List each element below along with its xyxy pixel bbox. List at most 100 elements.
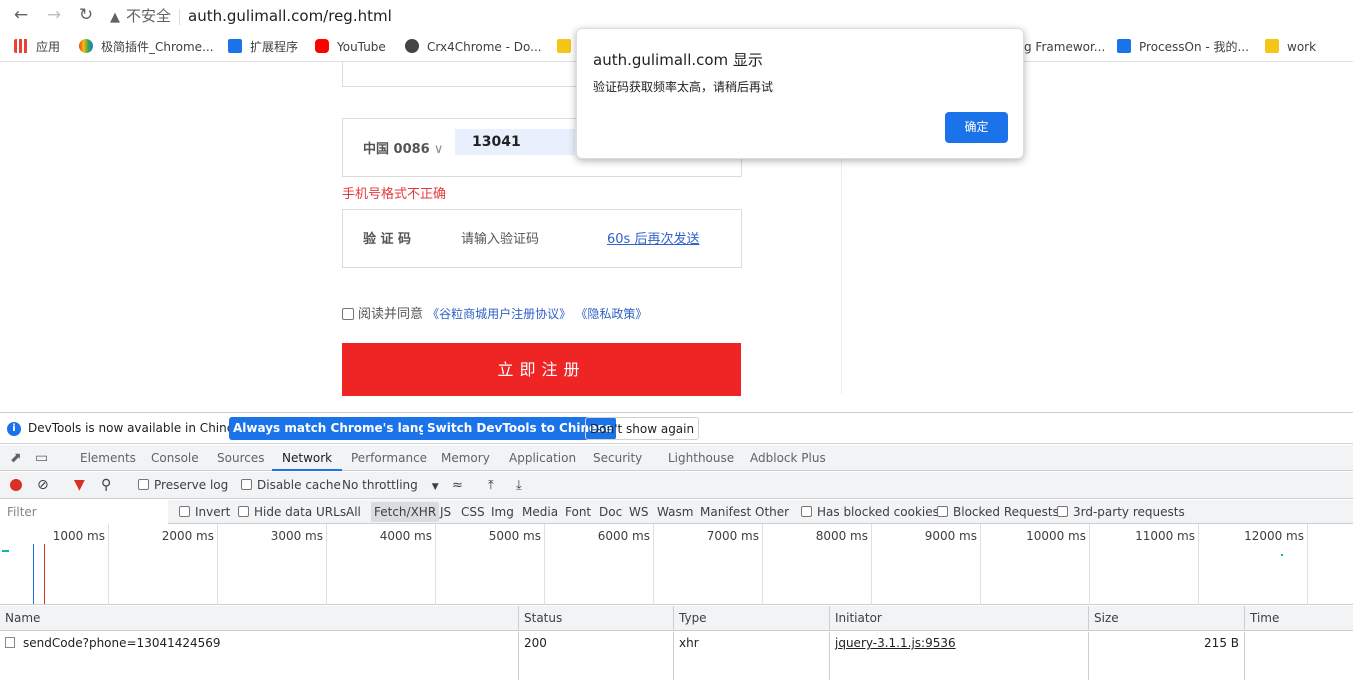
- column-divider: [519, 654, 674, 680]
- tick-12000: 12000 ms: [1199, 524, 1308, 605]
- infobar-text: DevTools is now available in Chinese!: [28, 421, 253, 435]
- hide-data-urls-checkbox[interactable]: Hide data URLs: [238, 500, 346, 524]
- blocked-requests-checkbox[interactable]: Blocked Requests: [937, 500, 1059, 524]
- tick-5000: 5000 ms: [436, 524, 545, 605]
- reload-icon[interactable]: ↻: [75, 4, 97, 26]
- tab-performance[interactable]: Performance: [351, 445, 427, 471]
- filter-bar: Filter Invert Hide data URLs All Fetch/X…: [0, 500, 1353, 524]
- tick-7000: 7000 ms: [654, 524, 763, 605]
- bookmark-framework[interactable]: g Framewor...: [1024, 38, 1105, 56]
- security-label: 不安全: [126, 7, 172, 25]
- tab-application[interactable]: Application: [509, 445, 576, 471]
- column-divider: [830, 654, 1089, 680]
- col-type[interactable]: Type: [674, 606, 830, 631]
- blocked-cookies-checkbox[interactable]: Has blocked cookies: [801, 500, 939, 524]
- warning-icon: ▲: [110, 10, 120, 25]
- column-divider: [674, 654, 830, 680]
- load-marker: [44, 544, 45, 604]
- wifi-settings-icon[interactable]: ≈: [452, 472, 463, 499]
- preserve-log-checkbox[interactable]: Preserve log: [138, 472, 228, 499]
- tab-elements[interactable]: Elements: [80, 445, 136, 471]
- col-name[interactable]: Name: [0, 606, 519, 631]
- col-time[interactable]: Time: [1245, 606, 1353, 631]
- back-arrow-icon[interactable]: ←: [10, 4, 32, 26]
- device-icon[interactable]: ▭: [35, 445, 48, 471]
- alert-title: auth.gulimall.com 显示: [593, 51, 763, 69]
- bookmark-apps[interactable]: 应用: [14, 38, 60, 56]
- bookmark-processon[interactable]: ProcessOn - 我的...: [1117, 38, 1249, 56]
- devtools-infobar: i DevTools is now available in Chinese! …: [0, 413, 1353, 444]
- inspect-icon[interactable]: ⬈: [10, 445, 22, 471]
- type-wasm[interactable]: Wasm: [657, 500, 693, 524]
- tick-3000: 3000 ms: [218, 524, 327, 605]
- bookmark-youtube[interactable]: YouTube: [315, 38, 386, 56]
- tick-2000: 2000 ms: [109, 524, 218, 605]
- devtools-panel: i DevTools is now available in Chinese! …: [0, 412, 1353, 680]
- filter-input[interactable]: Filter: [0, 500, 168, 524]
- processon-icon: [1117, 39, 1131, 53]
- tab-lighthouse[interactable]: Lighthouse: [668, 445, 734, 471]
- type-font[interactable]: Font: [565, 500, 591, 524]
- country-code-select[interactable]: 中国 0086 ∨: [363, 138, 443, 157]
- third-party-checkbox[interactable]: 3rd-party requests: [1057, 500, 1185, 524]
- bookmark-extensions[interactable]: 扩展程序: [228, 38, 298, 56]
- tab-memory[interactable]: Memory: [441, 445, 490, 471]
- url-text: auth.gulimall.com/reg.html: [188, 7, 392, 25]
- col-size[interactable]: Size: [1089, 606, 1245, 631]
- tick-4000: 4000 ms: [327, 524, 436, 605]
- code-label: 验 证 码: [363, 232, 412, 247]
- invert-checkbox[interactable]: Invert: [179, 500, 230, 524]
- throttling-select[interactable]: No throttling ▼: [342, 472, 439, 501]
- type-doc[interactable]: Doc: [599, 500, 622, 524]
- type-manifest[interactable]: Manifest: [700, 500, 751, 524]
- upload-icon[interactable]: ⤒: [488, 472, 494, 499]
- forward-arrow-icon[interactable]: →: [43, 4, 65, 26]
- type-img[interactable]: Img: [491, 500, 514, 524]
- bookmark-crx4chrome[interactable]: Crx4Chrome - Do...: [405, 38, 542, 56]
- tick-6000: 6000 ms: [545, 524, 654, 605]
- dom-content-loaded-marker: [33, 544, 34, 604]
- agree-checkbox[interactable]: [342, 308, 354, 320]
- address-bar[interactable]: ▲ 不安全 auth.gulimall.com/reg.html: [110, 4, 1350, 28]
- register-button[interactable]: 立即注册: [342, 343, 741, 396]
- type-fetch-xhr[interactable]: Fetch/XHR: [371, 502, 440, 522]
- tab-sources[interactable]: Sources: [217, 445, 264, 471]
- code-input[interactable]: 请输入验证码: [461, 228, 539, 247]
- privacy-link[interactable]: 《隐私政策》: [575, 307, 647, 321]
- ok-button[interactable]: 确定: [945, 112, 1008, 143]
- folder-icon: [1265, 39, 1279, 53]
- network-toolbar: ⊘ ▼ ⚲ Preserve log Disable cache No thro…: [0, 472, 1353, 499]
- record-icon[interactable]: [10, 472, 22, 499]
- table-row[interactable]: sendCode?phone=13041424569: [0, 632, 519, 654]
- dont-show-button[interactable]: Don't show again: [585, 417, 700, 440]
- type-all[interactable]: All: [346, 500, 361, 524]
- resend-link[interactable]: 60s 后再次发送: [607, 228, 699, 247]
- type-css[interactable]: CSS: [461, 500, 485, 524]
- folder-icon: [557, 39, 571, 53]
- clear-icon[interactable]: ⊘: [37, 472, 49, 499]
- col-status[interactable]: Status: [519, 606, 674, 631]
- row-time: [1245, 632, 1353, 654]
- row-initiator-link[interactable]: jquery-3.1.1.js:9536: [830, 632, 1089, 654]
- type-media[interactable]: Media: [522, 500, 558, 524]
- tab-adblock[interactable]: Adblock Plus: [750, 445, 826, 471]
- download-icon[interactable]: ⤓: [516, 472, 522, 499]
- filter-icon[interactable]: ▼: [74, 472, 85, 499]
- tick-8000: 8000 ms: [763, 524, 872, 605]
- type-other[interactable]: Other: [755, 500, 789, 524]
- search-icon[interactable]: ⚲: [101, 472, 111, 499]
- type-ws[interactable]: WS: [629, 500, 648, 524]
- type-js[interactable]: JS: [440, 500, 451, 524]
- disable-cache-checkbox[interactable]: Disable cache: [241, 472, 341, 499]
- agreement-link[interactable]: 《谷粒商城用户注册协议》: [427, 307, 571, 321]
- bookmark-work[interactable]: work: [1265, 38, 1316, 56]
- tick-10000: 10000 ms: [981, 524, 1090, 605]
- tab-security[interactable]: Security: [593, 445, 642, 471]
- alert-dialog: auth.gulimall.com 显示 验证码获取频率太高，请稍后再试 确定: [576, 28, 1024, 159]
- network-timeline[interactable]: 1000 ms 2000 ms 3000 ms 4000 ms 5000 ms …: [0, 524, 1353, 605]
- col-initiator[interactable]: Initiator: [830, 606, 1089, 631]
- tab-console[interactable]: Console: [151, 445, 199, 471]
- bookmark-jijian[interactable]: 极简插件_Chrome...: [79, 38, 214, 56]
- tab-network[interactable]: Network: [272, 445, 343, 471]
- phone-input[interactable]: 13041: [455, 129, 575, 155]
